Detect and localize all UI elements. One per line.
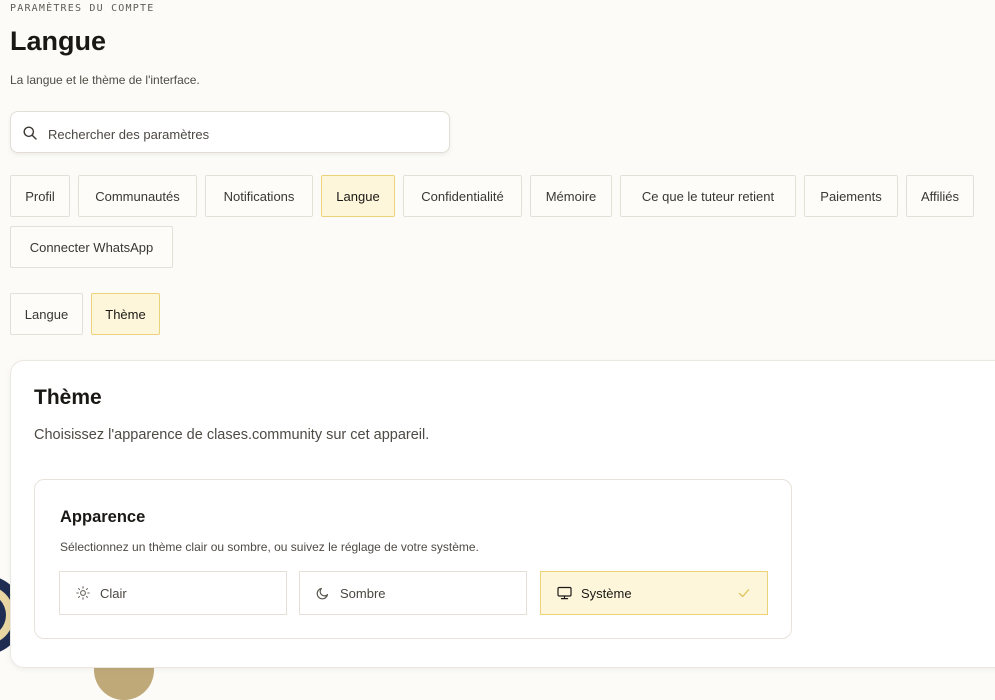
theme-option-label: Sombre <box>340 586 386 601</box>
tab-langue[interactable]: Langue <box>321 175 395 217</box>
theme-card-title: Thème <box>34 386 102 409</box>
tab-paiements[interactable]: Paiements <box>804 175 898 217</box>
check-icon <box>738 589 750 598</box>
tab-communautes[interactable]: Communautés <box>78 175 197 217</box>
tab-profil[interactable]: Profil <box>10 175 70 217</box>
appearance-title: Apparence <box>60 508 146 526</box>
theme-option-label: Système <box>581 586 632 601</box>
tab-notifications[interactable]: Notifications <box>205 175 313 217</box>
tab-affilies[interactable]: Affiliés <box>906 175 974 217</box>
theme-option-systeme[interactable]: Système <box>540 571 768 615</box>
search-icon <box>23 126 37 140</box>
theme-option-sombre[interactable]: Sombre <box>299 571 527 615</box>
tab-connecter-whatsapp[interactable]: Connecter WhatsApp <box>10 226 173 268</box>
appearance-panel <box>34 479 792 639</box>
theme-option-clair[interactable]: Clair <box>59 571 287 615</box>
search-input[interactable] <box>46 123 440 145</box>
page-subtitle: La langue et le thème de l'interface. <box>10 73 200 87</box>
moon-icon <box>316 587 329 600</box>
subtab-langue[interactable]: Langue <box>10 293 83 335</box>
appearance-description: Sélectionnez un thème clair ou sombre, o… <box>60 540 479 554</box>
tab-confidentialite[interactable]: Confidentialité <box>403 175 522 217</box>
page-eyebrow: PARAMÈTRES DU COMPTE <box>10 3 155 14</box>
page-title: Langue <box>10 26 107 56</box>
tab-ce-que-le-tuteur-retient[interactable]: Ce que le tuteur retient <box>620 175 796 217</box>
tab-memoire[interactable]: Mémoire <box>530 175 612 217</box>
sun-icon <box>76 586 90 600</box>
theme-card-description: Choisissez l'apparence de clases.communi… <box>34 427 430 443</box>
theme-option-label: Clair <box>100 586 127 601</box>
search-box[interactable] <box>10 111 450 153</box>
subtab-theme[interactable]: Thème <box>91 293 160 335</box>
monitor-icon <box>557 586 572 600</box>
